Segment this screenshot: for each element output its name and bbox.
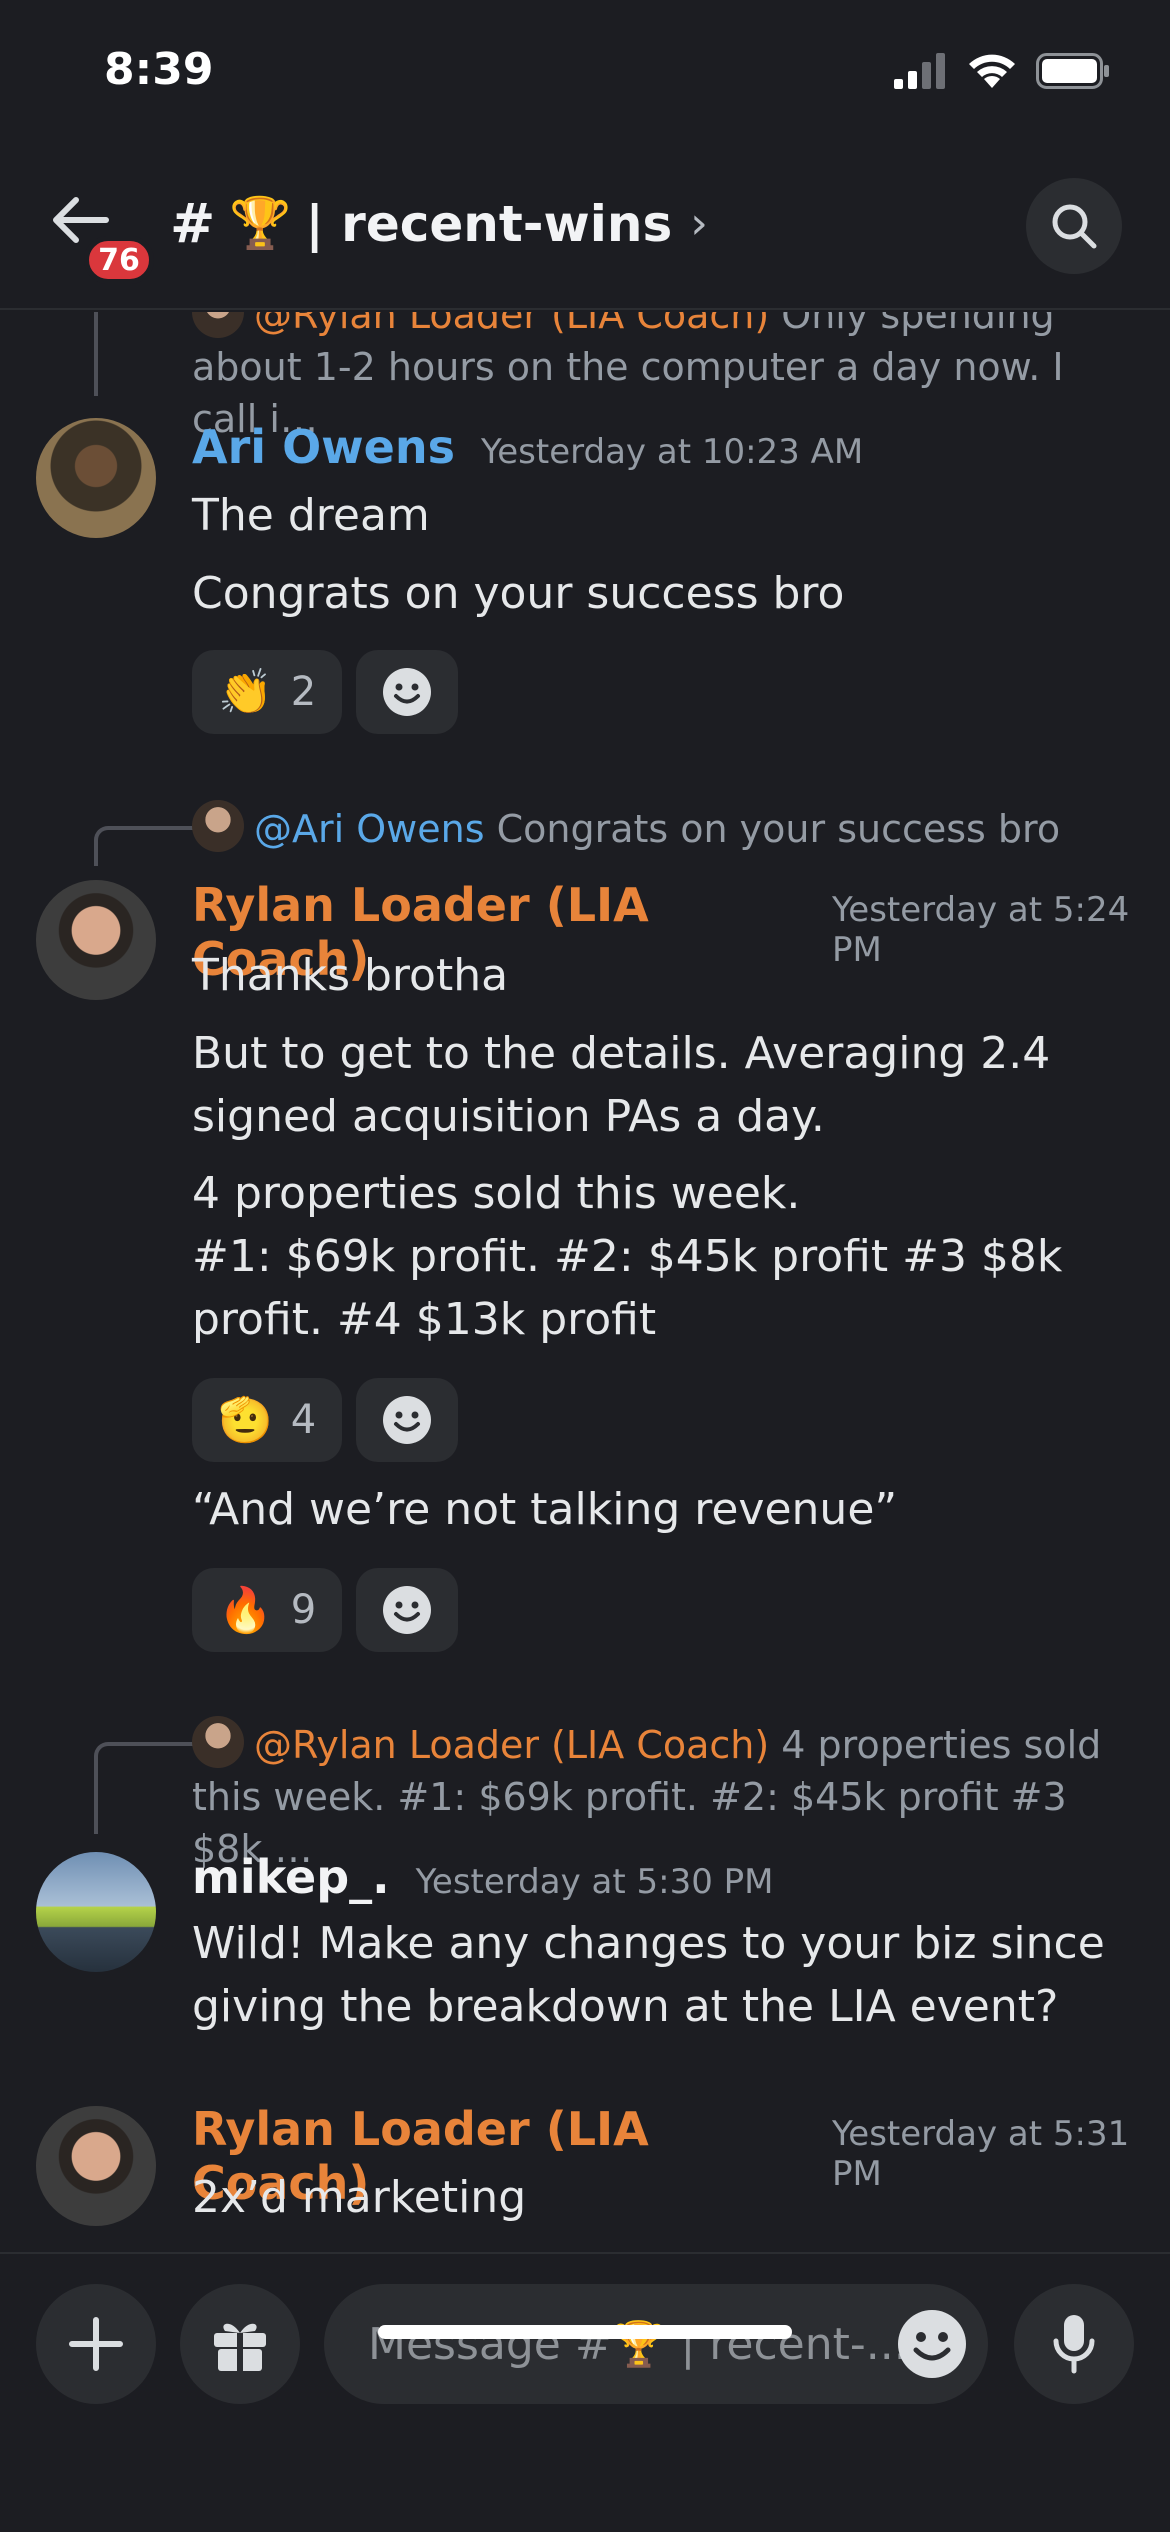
reply-mention: @Rylan Loader (LIA Coach): [254, 1723, 770, 1767]
home-indicator[interactable]: [378, 2325, 792, 2339]
timestamp: Yesterday at 5:30 PM: [415, 1862, 774, 1902]
avatar[interactable]: [36, 880, 156, 1000]
add-reaction-button[interactable]: [356, 650, 459, 734]
message-header: Ari Owens Yesterday at 10:23 AM: [192, 420, 863, 474]
search-icon: [1052, 204, 1097, 249]
message-input[interactable]: Message #🏆 | recent-...: [324, 2284, 988, 2404]
gift-button[interactable]: [180, 2284, 300, 2404]
smiley-icon: [383, 1586, 432, 1634]
channel-emoji: 🏆: [229, 194, 292, 252]
reply-connector: [94, 312, 194, 396]
avatar[interactable]: [36, 1852, 156, 1972]
reaction-row: 🫡 4: [192, 1378, 459, 1462]
reply-connector: [94, 1742, 194, 1834]
message-text: “And we’re not talking revenue”: [192, 1484, 898, 1535]
channel-hash-icon: #: [170, 192, 216, 255]
message-text: The dream: [192, 490, 430, 541]
gift-icon: [214, 2323, 266, 2371]
smiley-icon: [898, 2310, 966, 2378]
reaction-fire[interactable]: 🔥 9: [192, 1568, 343, 1652]
reply-mention: @Rylan Loader (LIA Coach): [254, 312, 770, 337]
reaction-count: 4: [290, 1397, 317, 1443]
emoji-picker-button[interactable]: [894, 2306, 970, 2382]
reply-connector: [94, 826, 194, 866]
reply-avatar: [192, 1716, 244, 1768]
message-feed[interactable]: @Rylan Loader (LIA Coach) Only spending …: [0, 312, 1170, 2252]
attach-button[interactable]: [36, 2284, 156, 2404]
microphone-icon: [1053, 2315, 1095, 2374]
plus-icon: [69, 2317, 123, 2371]
message-header: mikep_. Yesterday at 5:30 PM: [192, 1850, 774, 1904]
status-time: 8:39: [104, 44, 214, 95]
channel-name: | recent-wins: [305, 194, 673, 253]
status-icons: [894, 52, 1110, 90]
reaction-row: 🔥 9: [192, 1568, 459, 1652]
reaction-salute[interactable]: 🫡 4: [192, 1378, 343, 1462]
author-name[interactable]: Ari Owens: [192, 420, 455, 474]
message-text: Wild! Make any changes to your biz since…: [192, 1918, 1105, 2032]
reaction-count: 2: [290, 669, 317, 715]
unread-badge: 76: [84, 236, 154, 284]
reply-snippet: Congrats on your success bro: [484, 807, 1061, 851]
reaction-clap[interactable]: 👏 2: [192, 650, 343, 734]
reply-avatar: [192, 800, 244, 852]
message-text: 2x’d marketing: [192, 2172, 527, 2223]
avatar[interactable]: [36, 2106, 156, 2226]
voice-message-button[interactable]: [1014, 2284, 1134, 2404]
search-button[interactable]: [1026, 178, 1122, 274]
author-name[interactable]: mikep_.: [192, 1850, 390, 1904]
channel-header: 76 # 🏆 | recent-wins ›: [0, 150, 1170, 310]
reply-mention: @Ari Owens: [254, 807, 485, 851]
message-text: Thanks brotha: [192, 950, 509, 1001]
reply-avatar: [192, 312, 244, 338]
status-bar: 8:39: [0, 0, 1170, 150]
message-text: Congrats on your success bro: [192, 568, 845, 619]
clap-emoji-icon: 👏: [218, 667, 273, 718]
avatar[interactable]: [36, 418, 156, 538]
message-text: 4 properties sold this week. #1: $69k pr…: [192, 1168, 1063, 1345]
signal-icon: [894, 53, 945, 89]
add-reaction-button[interactable]: [356, 1568, 459, 1652]
salute-emoji-icon: 🫡: [218, 1395, 273, 1446]
message-composer: Message #🏆 | recent-...: [0, 2252, 1170, 2532]
channel-title[interactable]: # 🏆 | recent-wins ›: [170, 192, 708, 255]
reply-preview[interactable]: @Ari Owens Congrats on your success bro: [192, 800, 1130, 855]
add-reaction-button[interactable]: [356, 1378, 459, 1462]
chevron-right-icon: ›: [690, 198, 708, 249]
fire-emoji-icon: 🔥: [218, 1585, 273, 1636]
smiley-icon: [383, 668, 432, 716]
wifi-icon: [969, 54, 1015, 88]
battery-icon: [1036, 53, 1109, 89]
message-text: But to get to the details. Averaging 2.4…: [192, 1028, 1051, 1142]
timestamp: Yesterday at 10:23 AM: [481, 432, 864, 472]
smiley-icon: [383, 1396, 432, 1444]
reaction-row: 👏 2: [192, 650, 459, 734]
reaction-count: 9: [290, 1587, 317, 1633]
